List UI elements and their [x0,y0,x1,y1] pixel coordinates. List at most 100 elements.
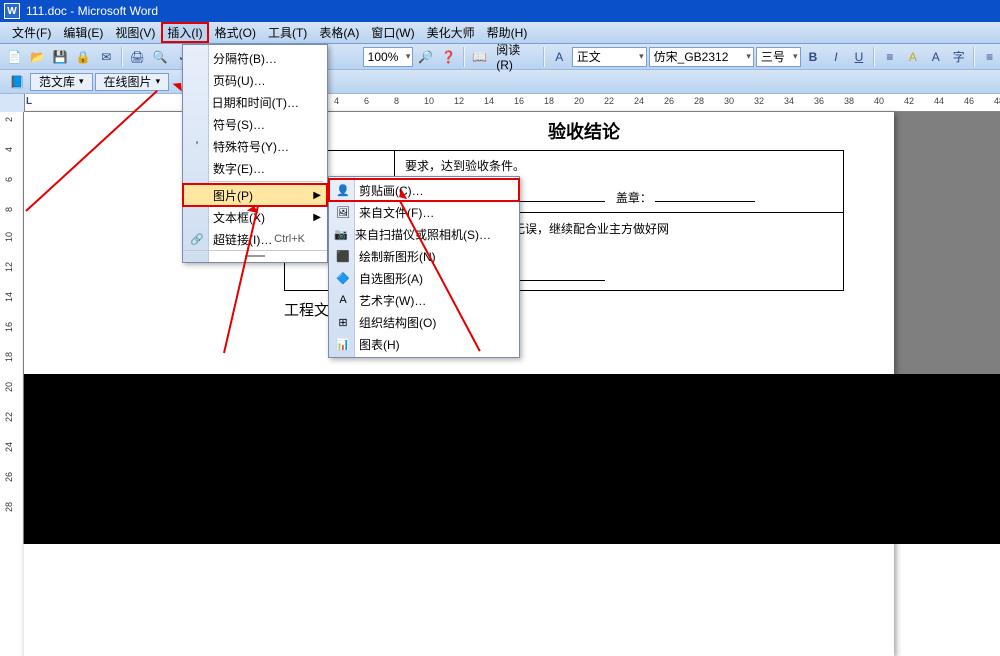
insert-item-4[interactable]: ’特殊符号(Y)… [183,135,327,157]
picture-item-4[interactable]: 🔷自选图形(A) [329,267,519,289]
menu-tools[interactable]: 工具(T) [262,22,313,43]
insert-item-1[interactable]: 页码(U)… [183,69,327,91]
online-image-button[interactable]: 在线图片 [95,73,170,91]
style-dropdown[interactable]: 正文 [572,47,647,67]
asianlayout-icon[interactable]: 字 [948,46,969,68]
vruler-tick: 24 [4,442,14,452]
underline-button[interactable]: U [848,46,869,68]
menu-format[interactable]: 格式(O) [209,22,262,43]
style-value: 正文 [577,48,601,65]
ruler-tick: 14 [484,96,494,106]
italic-button[interactable]: I [825,46,846,68]
vruler-tick: 28 [4,502,14,512]
ruler-tick: 28 [694,96,704,106]
ruler-tick: 4 [334,96,339,106]
zoom-dropdown[interactable]: 100% [363,47,414,67]
menu-item-label: 来自扫描仪或照相机(S)… [355,226,491,243]
submenu-arrow-icon: ▶ [313,212,321,223]
menu-item-icon: 🔗 [187,230,207,248]
menu-item-icon [187,159,207,177]
ruler-tick: 16 [514,96,524,106]
insert-item-5[interactable]: 数字(E)… [183,157,327,179]
new-doc-icon[interactable]: 📄 [4,46,25,68]
align-left-icon[interactable]: ≡ [979,46,1000,68]
vruler-tick: 4 [4,147,14,152]
align-dist-icon[interactable]: ≡ [879,46,900,68]
font-dropdown[interactable]: 仿宋_GB2312 [649,47,754,67]
zoom-tool-icon[interactable]: 🔎 [415,46,436,68]
picture-item-5[interactable]: A艺术字(W)… [329,289,519,311]
print-icon[interactable]: 🖨 [127,46,148,68]
menu-table[interactable]: 表格(A) [313,22,365,43]
ruler-tick: 10 [424,96,434,106]
app-icon: W [4,3,20,19]
menu-window[interactable]: 窗口(W) [365,22,420,43]
menu-item-icon [187,115,207,133]
zoom-value: 100% [368,50,399,64]
ruler-tick: 44 [934,96,944,106]
menu-beautify[interactable]: 美化大师 [421,22,481,43]
insert-item-8[interactable]: 🔗超链接(I)…Ctrl+K [183,228,327,250]
mail-icon[interactable]: ✉ [96,46,117,68]
ruler-tick: 24 [634,96,644,106]
permissions-icon[interactable]: 🔒 [73,46,94,68]
ruler-tick: 18 [544,96,554,106]
menu-item-label: 分隔符(B)… [213,50,277,67]
vruler-tick: 12 [4,262,14,272]
menu-expand-grip[interactable] [183,250,327,260]
picture-item-0[interactable]: 👤剪贴画(C)… [329,179,519,201]
ruler-tick: 40 [874,96,884,106]
submenu-arrow-icon: ▶ [313,190,321,201]
ruler-tick: 30 [724,96,734,106]
save-icon[interactable]: 💾 [50,46,71,68]
insert-item-2[interactable]: 日期和时间(T)… [183,91,327,113]
read-label[interactable]: 阅读(R) [492,41,539,72]
ruler-tick: 12 [454,96,464,106]
ruler-tick: 36 [814,96,824,106]
picture-item-1[interactable]: 🖼来自文件(F)… [329,201,519,223]
insert-item-0[interactable]: 分隔符(B)… [183,47,327,69]
doc-seal-label: 盖章： [616,191,652,205]
menu-help[interactable]: 帮助(H) [481,22,534,43]
menu-item-label: 特殊符号(Y)… [213,138,289,155]
font-value: 仿宋_GB2312 [654,48,729,65]
ruler-tick: 48 [994,96,1000,106]
menu-insert[interactable]: 插入(I) [161,22,208,43]
ruler-tick: 46 [964,96,974,106]
fanwenku-button[interactable]: 范文库 [30,73,93,91]
highlight-icon[interactable]: A [902,46,923,68]
picture-item-2[interactable]: 📷来自扫描仪或照相机(S)… [329,223,519,245]
separator [873,47,875,67]
menu-item-label: 艺术字(W)… [359,292,426,309]
menu-edit[interactable]: 编辑(E) [57,22,109,43]
menu-item-icon: ⬛ [333,247,353,265]
menu-file[interactable]: 文件(F) [6,22,57,43]
help-icon[interactable]: ❓ [438,46,459,68]
insert-menu-dropdown: 分隔符(B)… 页码(U)…日期和时间(T)…符号(S)…’特殊符号(Y)…数字(… [182,44,328,263]
picture-item-7[interactable]: 📊图表(H) [329,333,519,355]
menu-item-label: 来自文件(F)… [359,204,434,221]
fontsize-dropdown[interactable]: 三号 [756,47,801,67]
menu-item-icon [187,186,207,204]
read-icon[interactable]: 📖 [469,46,490,68]
vruler-tick: 26 [4,472,14,482]
ruler-tick: 20 [574,96,584,106]
charshade-icon[interactable]: A [925,46,946,68]
horizontal-ruler[interactable]: L 24681012141618202224262830323436384042… [24,94,1000,112]
ruler-tick: 6 [364,96,369,106]
vertical-ruler[interactable]: 246810121416182022242628 [0,112,24,544]
menu-item-label: 自选图形(A) [359,270,423,287]
standard-toolbar: 📄 📂 💾 🔒 ✉ 🖨 🔍 ✓ ¶ 100% 🔎 ❓ 📖 阅读(R) A 正文 … [0,44,1000,70]
open-icon[interactable]: 📂 [27,46,48,68]
picture-item-6[interactable]: ⊞组织结构图(O) [329,311,519,333]
bold-button[interactable]: B [803,46,824,68]
doc-heading: 验收结论 [284,118,884,144]
menu-shortcut: Ctrl+K [274,233,305,245]
style-a-icon[interactable]: A [549,46,570,68]
window-title: 111.doc - Microsoft Word [26,4,158,18]
ruler-tick: 22 [604,96,614,106]
doclib-icon[interactable]: 📘 [6,71,28,93]
menu-view[interactable]: 视图(V) [109,22,161,43]
preview-icon[interactable]: 🔍 [150,46,171,68]
insert-item-3[interactable]: 符号(S)… [183,113,327,135]
